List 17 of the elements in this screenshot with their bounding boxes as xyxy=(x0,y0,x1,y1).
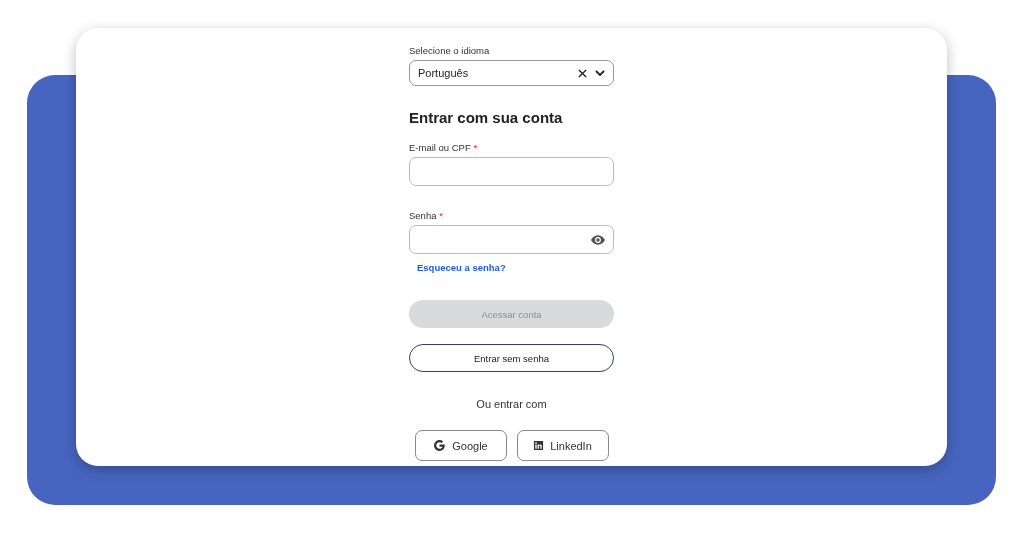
login-heading: Entrar com sua conta xyxy=(409,109,564,126)
email-field[interactable] xyxy=(409,157,614,186)
google-logo-icon xyxy=(433,439,447,452)
linkedin-button[interactable]: LinkedIn xyxy=(516,430,609,461)
password-field[interactable] xyxy=(409,225,614,254)
field-label: Senha * xyxy=(409,210,444,221)
field-label: E-mail ou CPF * xyxy=(409,142,479,153)
divider-text: Ou entrar com xyxy=(475,398,548,410)
eye-icon[interactable] xyxy=(591,234,605,245)
linkedin-logo-icon xyxy=(533,440,545,451)
chevron-down-icon[interactable] xyxy=(595,69,605,77)
passwordless-button[interactable]: Entrar sem senha xyxy=(409,344,614,372)
close-icon[interactable] xyxy=(578,68,587,78)
forgot-password-link[interactable]: Esqueceu a senha? xyxy=(417,262,614,273)
google-button[interactable]: Google xyxy=(414,430,507,461)
language-label: Selecione o idioma xyxy=(409,45,491,56)
language-select[interactable]: Português xyxy=(409,60,614,86)
